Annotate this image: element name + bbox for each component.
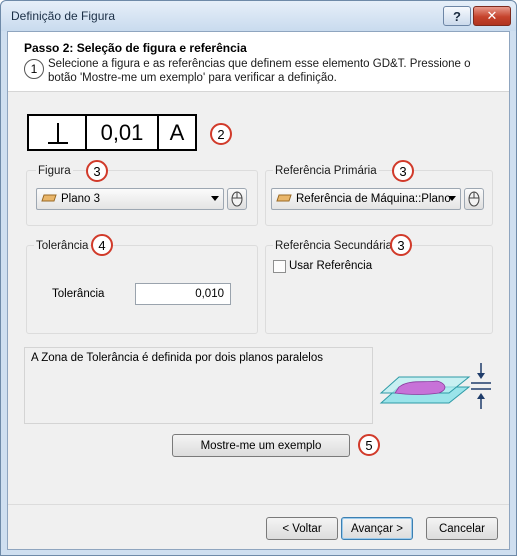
feature-control-frame: 0,01 A xyxy=(27,114,197,151)
use-reference-checkbox[interactable] xyxy=(273,260,286,273)
pick-primary-reference-button[interactable] xyxy=(464,188,484,210)
feature-group-label: Figura xyxy=(36,165,73,177)
secondary-reference-label: Referência Secundária xyxy=(273,240,394,252)
help-button[interactable]: ? xyxy=(443,6,471,26)
tolerance-zone-description: A Zona de Tolerância é definida por dois… xyxy=(24,347,373,424)
close-button[interactable]: ✕ xyxy=(473,6,511,26)
cancel-button[interactable]: Cancelar xyxy=(426,517,498,540)
step-description: Selecione a figura e as referências que … xyxy=(48,58,471,84)
feature-combo-value: Plano 3 xyxy=(61,193,101,205)
tolerance-zone-text: A Zona de Tolerância é definida por dois… xyxy=(31,352,323,364)
window-title: Definição de Figura xyxy=(11,9,116,23)
parallel-planes-zone-icon xyxy=(379,357,497,415)
chevron-down-icon xyxy=(211,196,219,201)
primary-reference-label: Referência Primária xyxy=(273,165,379,177)
tolerance-badge-4: 4 xyxy=(91,234,113,256)
primary-reference-combo-value: Referência de Máquina::Plano xyxy=(296,193,451,205)
feature-badge-3: 3 xyxy=(86,160,108,182)
dialog-client-area: Passo 2: Seleção de figura e referência … xyxy=(7,31,510,550)
step-header: Passo 2: Seleção de figura e referência … xyxy=(8,32,509,92)
feature-combo[interactable]: Plano 3 xyxy=(36,188,224,210)
example-badge-5: 5 xyxy=(358,434,380,456)
step-title: Passo 2: Seleção de figura e referência xyxy=(24,41,247,55)
mouse-icon xyxy=(468,191,480,207)
frame-datum-letter: A xyxy=(169,119,185,145)
tolerance-field-label: Tolerância xyxy=(52,288,105,300)
mouse-icon xyxy=(231,191,243,207)
dialog-window: Definição de Figura ? ✕ Passo 2: Seleção… xyxy=(0,0,517,556)
pick-feature-button[interactable] xyxy=(227,188,247,210)
perpendicularity-icon xyxy=(29,116,87,149)
primary-reference-combo[interactable]: Referência de Máquina::Plano xyxy=(271,188,461,210)
plane-icon xyxy=(41,193,57,206)
show-example-button[interactable]: Mostre-me um exemplo xyxy=(172,434,350,457)
tolerance-group-label: Tolerância xyxy=(34,240,91,252)
frame-tolerance-value: 0,01 xyxy=(87,116,159,149)
step-badge-1: 1 xyxy=(24,59,44,79)
back-button[interactable]: < Voltar xyxy=(266,517,338,540)
title-bar[interactable]: Definição de Figura ? ✕ xyxy=(1,1,516,31)
frame-badge-2: 2 xyxy=(210,123,232,145)
plane-icon xyxy=(276,193,292,206)
next-button[interactable]: Avançar > xyxy=(341,517,413,540)
footer-divider xyxy=(8,504,509,505)
secondary-reference-group xyxy=(265,245,493,334)
primary-reference-badge-3: 3 xyxy=(392,160,414,182)
secondary-reference-badge-3: 3 xyxy=(390,234,412,256)
chevron-down-icon xyxy=(448,196,456,201)
tolerance-input[interactable]: 0,010 xyxy=(135,283,231,305)
use-reference-label[interactable]: Usar Referência xyxy=(289,260,372,272)
